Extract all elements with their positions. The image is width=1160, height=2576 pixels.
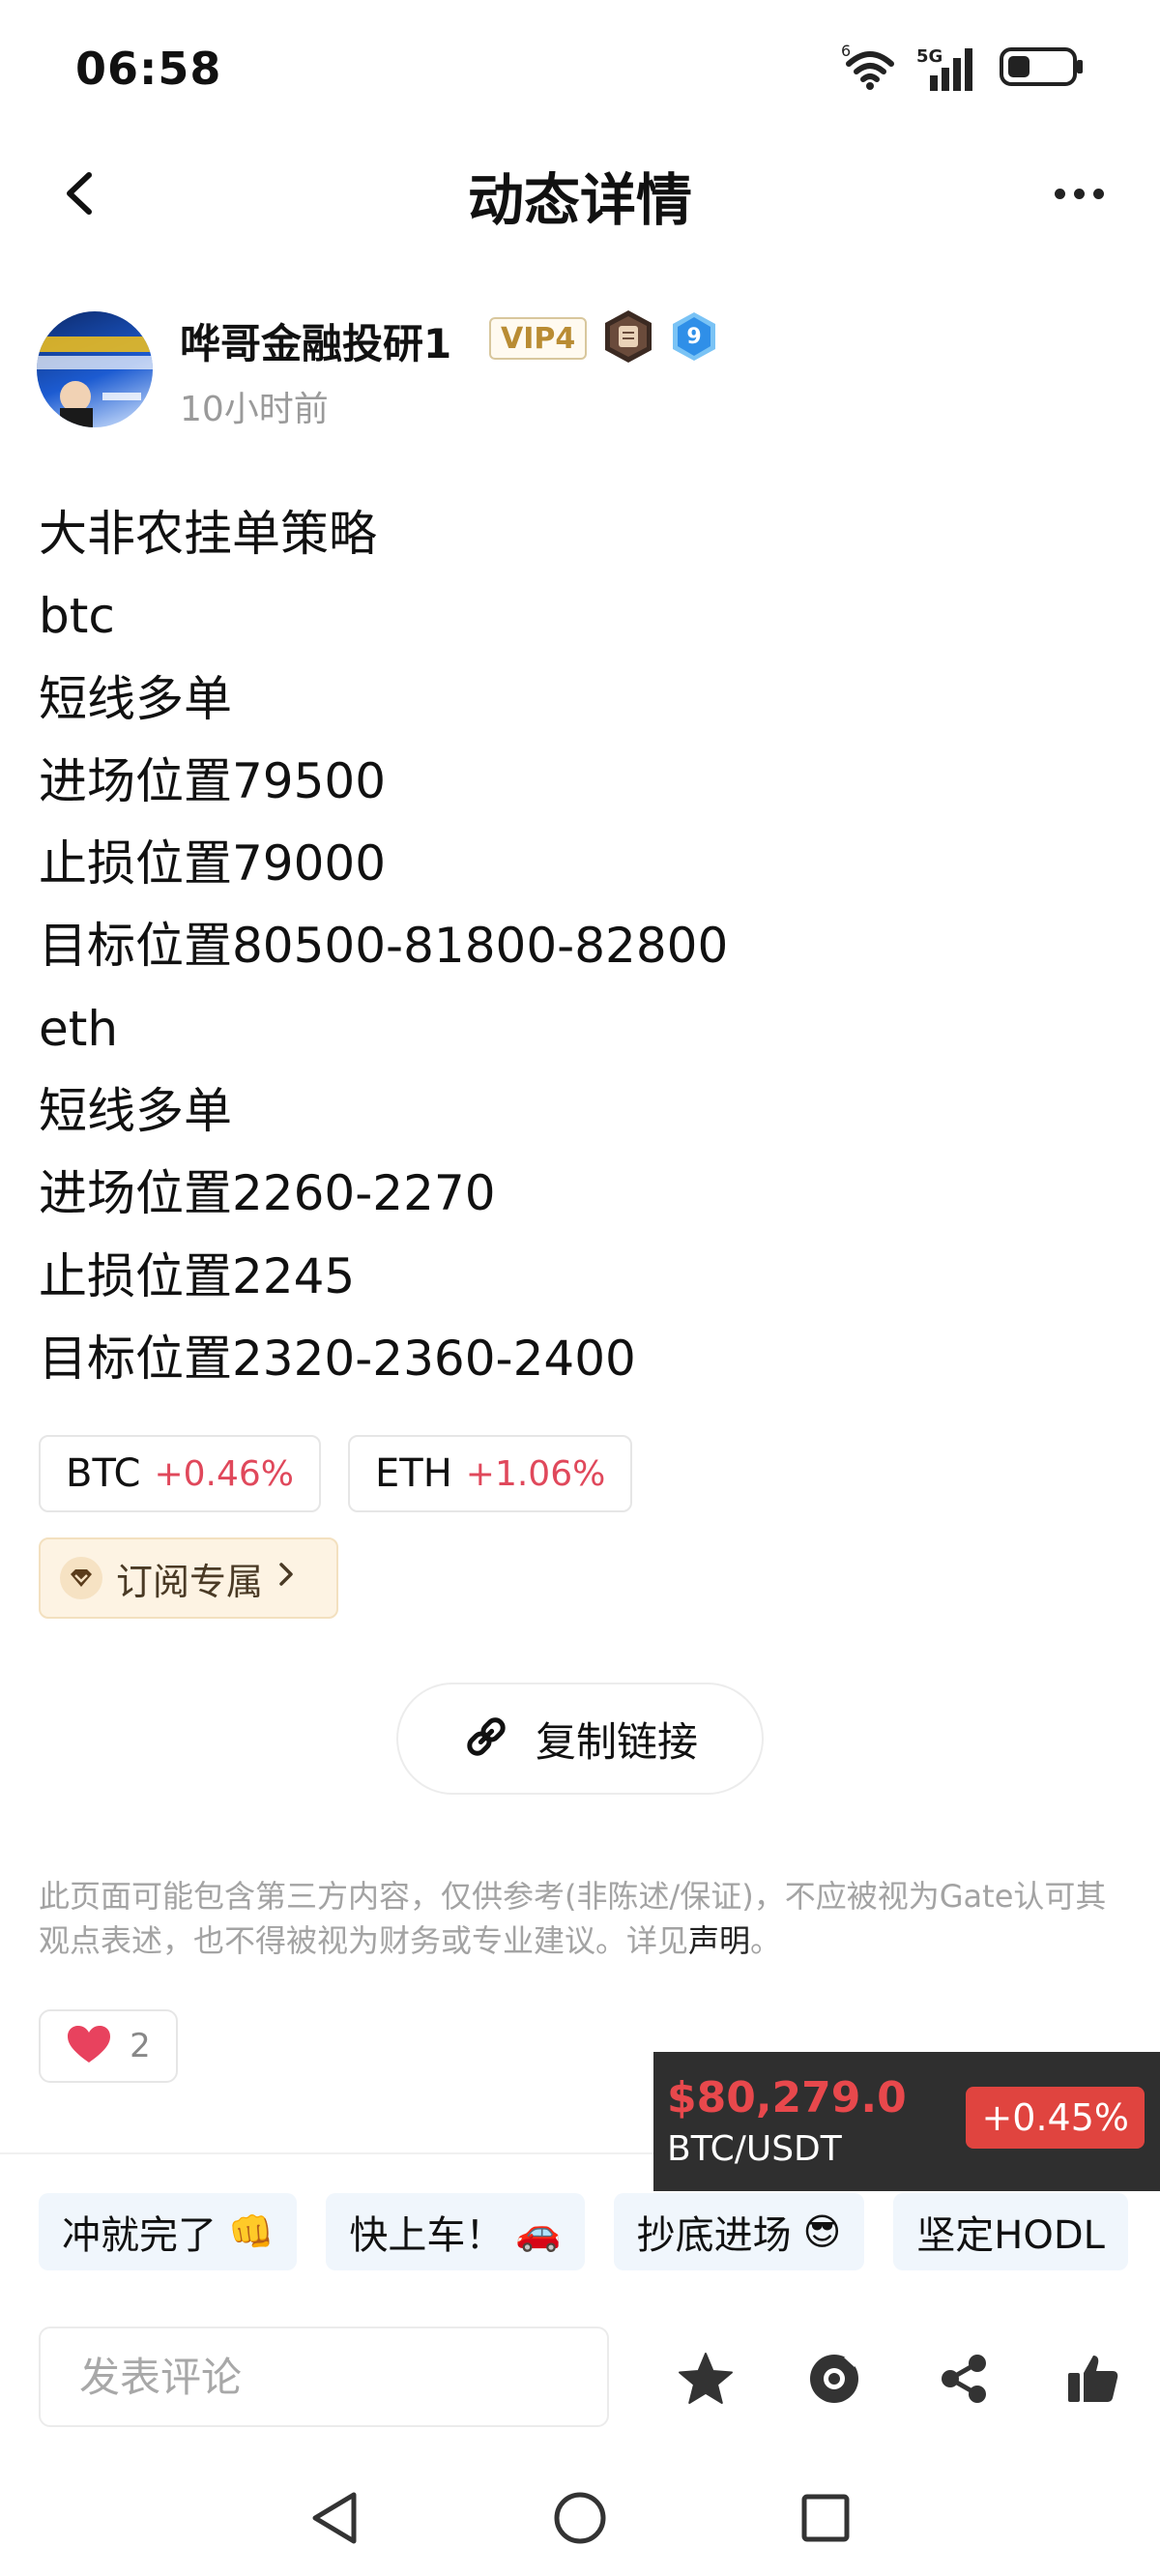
post-line: 大非农挂单策略 [39,506,377,562]
post-line: 短线多单 [39,670,232,727]
repost-icon[interactable] [796,2340,873,2417]
coin-change: +1.06% [465,1453,606,1494]
post-line: btc [39,588,115,645]
level-badge-icon: 9 [670,310,718,366]
coin-change: +0.46% [154,1453,294,1494]
author-block: 哗哥金融投研1 VIP4 9 10小时前 [37,307,1119,433]
status-bar: 06:58 6 5G [0,0,1160,135]
avatar[interactable] [37,311,153,427]
subscribe-button[interactable]: 订阅专属 [39,1537,338,1619]
like-button[interactable]: 2 [39,2009,178,2083]
price-ticker[interactable]: $80,279.0 BTC/USDT +0.45% [653,2052,1160,2191]
status-icons: 6 5G [841,42,1085,95]
post-line: 止损位置79000 [39,835,387,893]
author-badges: VIP4 9 [489,309,718,367]
coin-symbol: BTC [66,1451,141,1496]
quick-reply-label: 坚定HODL [916,2213,1105,2258]
quick-reply-chip[interactable]: 快上车！ 🚗 [326,2193,585,2270]
quick-reply-emoji: 🚗 [515,2210,562,2253]
more-dot-icon [1092,188,1104,199]
heart-icon [66,2024,112,2068]
quick-reply-label: 冲就完了 [62,2213,217,2258]
share-icon[interactable] [925,2340,1002,2417]
ticker-pair: BTC/USDT [667,2129,842,2169]
post-line: eth [39,1000,119,1057]
page-title: 动态详情 [467,167,692,233]
post-line: 进场位置79500 [39,752,387,809]
disclaimer-text: 此页面可能包含第三方内容，仅供参考(非陈述/保证)，不应被视为Gate认可其观点… [39,1878,1107,1959]
post-line: 进场位置2260-2270 [39,1165,496,1222]
coin-symbol: ETH [375,1451,452,1496]
wifi-icon: 6 [841,42,899,95]
system-nav-bar [0,2460,1160,2576]
subscribe-label: 订阅专属 [116,1560,264,1603]
quick-replies: 冲就完了 👊 快上车！ 🚗 抄底进场 😎 坚定HODL [39,2193,1160,2272]
comment-input[interactable] [39,2327,609,2427]
post-line: 目标位置2320-2360-2400 [39,1330,636,1387]
more-dot-icon [1054,188,1065,199]
thumbs-up-icon[interactable] [1054,2340,1131,2417]
post-actions [667,2340,1131,2417]
author-name[interactable]: 哗哥金融投研1 [180,311,451,370]
post-body: 大非农挂单策略 btc 短线多单 进场位置79500 止损位置79000 目标位置8050… [39,493,1121,1400]
status-time: 06:58 [75,43,222,95]
svg-text:5G: 5G [916,46,942,67]
quick-reply-label: 抄底进场 [636,2213,792,2258]
link-icon [462,1712,510,1765]
svg-text:9: 9 [687,325,702,349]
nav-recents-square-icon[interactable] [787,2479,864,2557]
vip-badge: VIP4 [489,317,588,360]
quick-reply-emoji: 😎 [802,2210,842,2253]
disclaimer-end: 。 [750,1922,782,1959]
quick-reply-emoji: 👊 [228,2210,275,2253]
svg-text:6: 6 [841,43,851,60]
quick-reply-chip[interactable]: 冲就完了 👊 [39,2193,298,2270]
disclaimer-link[interactable]: 声明 [688,1922,750,1959]
post-time: 10小时前 [180,390,329,429]
diamond-icon [60,1557,102,1599]
quick-reply-chip[interactable]: 坚定HODL [893,2193,1128,2270]
ticker-change: +0.45% [966,2087,1145,2149]
scroll-badge-icon [600,308,656,368]
more-dot-icon [1073,188,1085,199]
copy-link-button[interactable]: 复制链接 [396,1683,764,1795]
ticker-price: $80,279.0 [667,2073,907,2122]
more-options-button[interactable] [1040,164,1117,222]
coin-chip[interactable]: ETH +1.06% [348,1435,633,1512]
post-line: 目标位置80500-81800-82800 [39,918,729,975]
cellular-icon: 5G [916,44,982,93]
disclaimer: 此页面可能包含第三方内容，仅供参考(非陈述/保证)，不应被视为Gate认可其观点… [39,1874,1131,1963]
chevron-right-icon [276,1559,296,1597]
battery-icon [1000,45,1085,92]
quick-reply-label: 快上车！ [349,2213,505,2258]
coin-chips: BTC +0.46% ETH +1.06% [39,1435,633,1512]
copy-link-label: 复制链接 [535,1717,698,1766]
nav-home-circle-icon[interactable] [541,2479,619,2557]
post-line: 短线多单 [39,1083,232,1140]
top-nav: 动态详情 [0,145,1160,242]
nav-back-triangle-icon[interactable] [296,2479,373,2557]
star-icon[interactable] [667,2340,744,2417]
quick-reply-chip[interactable]: 抄底进场 😎 [613,2193,865,2270]
coin-chip[interactable]: BTC +0.46% [39,1435,321,1512]
like-count: 2 [130,2027,151,2065]
post-line: 止损位置2245 [39,1247,356,1304]
